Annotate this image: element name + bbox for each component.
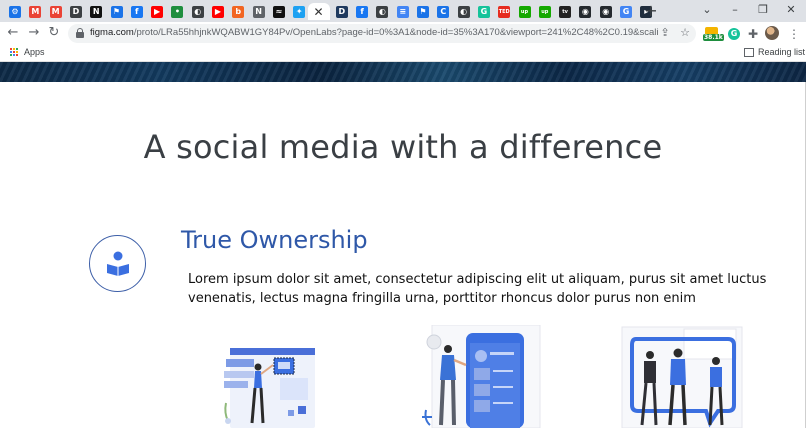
gmail-icon: M: [29, 5, 42, 18]
feature-description: Lorem ipsum dolor sit amet, consectetur …: [188, 272, 767, 306]
community-illustration: [621, 326, 743, 428]
bookmark-star-icon[interactable]: ☆: [678, 26, 692, 40]
feature-icon-circle: [89, 235, 146, 292]
twitter-icon: ✦: [293, 5, 306, 18]
reading-list-button[interactable]: Reading list: [758, 47, 805, 57]
apps-bookmark[interactable]: Apps: [24, 47, 45, 57]
github-tab-5[interactable]: ◉: [596, 3, 616, 20]
facebook-tab-2[interactable]: f: [352, 3, 372, 20]
browser-toolbar: ← → ↻ figma.com/proto/LRa55hhjnkWQABW1GY…: [0, 22, 806, 44]
youtube-tab-1[interactable]: ▶: [147, 3, 167, 20]
upwork-tab-2[interactable]: up: [535, 3, 555, 20]
ted-icon: TED: [498, 5, 511, 18]
tv-tab[interactable]: tv: [555, 3, 575, 20]
active-tab[interactable]: ✕: [307, 3, 330, 20]
gmail-icon: M: [49, 5, 62, 18]
grammarly-tab[interactable]: G: [474, 3, 494, 20]
apps-grid-icon[interactable]: [10, 48, 19, 57]
youtube-icon: ▶: [151, 5, 164, 18]
tv-logo-icon: tv: [559, 5, 572, 18]
github-tab-2[interactable]: ◐: [372, 3, 392, 20]
facebook-icon: f: [130, 5, 143, 18]
github-tab-4[interactable]: ◉: [575, 3, 595, 20]
flag-tab-1[interactable]: ⚑: [107, 3, 127, 20]
google-icon: G: [620, 5, 632, 18]
docs-icon: ≡: [396, 5, 409, 18]
c-tab[interactable]: C: [433, 3, 453, 20]
reading-person-icon: [107, 251, 129, 276]
dashboard-illustration: [224, 348, 315, 428]
share-icon[interactable]: ⇪: [658, 26, 672, 40]
new-tab-button[interactable]: +: [643, 3, 659, 19]
facebook-icon: f: [356, 5, 369, 18]
youtube-tab-2[interactable]: ▶: [208, 3, 228, 20]
c-logo-icon: C: [437, 5, 450, 18]
github-tab-3[interactable]: ◐: [454, 3, 474, 20]
github-tab-1[interactable]: ◐: [188, 3, 208, 20]
gear-icon: ⚙: [9, 5, 21, 18]
capcut-icon: ≈: [272, 5, 285, 18]
d-logo-icon: D: [69, 5, 82, 18]
notion-tab[interactable]: N: [86, 3, 106, 20]
maximize-button[interactable]: ❐: [755, 3, 771, 17]
close-window-button[interactable]: ✕: [783, 3, 799, 17]
reading-list-icon[interactable]: [744, 48, 754, 57]
grammarly-extension-icon[interactable]: G: [726, 26, 742, 42]
menu-kebab-icon[interactable]: ⋮: [786, 26, 802, 42]
twitter-tab[interactable]: ✦: [289, 3, 309, 20]
page-headline: A social media with a difference: [143, 128, 663, 166]
reload-button[interactable]: ↻: [46, 25, 62, 41]
b-tab[interactable]: b: [228, 3, 248, 20]
upwork-icon: up: [518, 5, 531, 18]
green-tab-1[interactable]: •: [167, 3, 187, 20]
address-bar[interactable]: figma.com/proto/LRa55hhjnkWQABW1GY84Pv/O…: [68, 24, 696, 43]
docs-tab[interactable]: ≡: [393, 3, 413, 20]
google-tab[interactable]: G: [616, 3, 636, 20]
settings-tab[interactable]: ⚙: [5, 3, 25, 20]
ted-tab[interactable]: TED: [494, 3, 514, 20]
d-tab[interactable]: D: [66, 3, 86, 20]
tab-strip: ⚙ M M D N ⚑ f ▶ • ◐ ▶ b N ≈ ✦ ✕ Df ◐ ≡ ⚑ C ◐ G TED up up tv ◉ ◉ G ▸ + …: [0, 0, 806, 22]
capcut-tab[interactable]: ≈: [269, 3, 289, 20]
n-logo-icon: N: [252, 5, 265, 18]
notion-icon: N: [90, 5, 103, 18]
minimize-button[interactable]: –: [727, 3, 743, 17]
globe-icon: ◐: [376, 5, 389, 18]
flag-icon: ⚑: [417, 5, 429, 18]
forward-button[interactable]: →: [26, 25, 42, 41]
bookmarks-bar: Apps Reading list: [0, 44, 806, 62]
close-tab-icon[interactable]: ✕: [313, 5, 323, 19]
extension-badge[interactable]: 38.1k: [703, 27, 724, 41]
feature-title: True Ownership: [181, 226, 368, 254]
globe-icon: ◐: [191, 5, 204, 18]
profile-avatar[interactable]: [765, 26, 779, 40]
flag-icon: ⚑: [110, 5, 123, 18]
github-icon: ◉: [579, 5, 592, 18]
d-logo-icon: D: [335, 5, 348, 18]
back-button[interactable]: ←: [5, 25, 21, 41]
d-tab-2[interactable]: D: [332, 3, 352, 20]
flag-tab-2[interactable]: ⚑: [413, 3, 433, 20]
lock-icon[interactable]: [76, 28, 84, 38]
globe-icon: ◐: [457, 5, 470, 18]
gmail-tab-2[interactable]: M: [46, 3, 66, 20]
gmail-tab-1[interactable]: M: [25, 3, 45, 20]
circle-logo-icon: •: [171, 5, 184, 18]
header-banner-image: [0, 62, 806, 82]
grammarly-icon: G: [477, 5, 490, 18]
mobile-app-illustration: [422, 325, 541, 428]
upwork-icon: up: [538, 5, 551, 18]
upwork-tab-1[interactable]: up: [515, 3, 535, 20]
b-logo-icon: b: [232, 5, 245, 18]
tab-search-icon[interactable]: ⌄: [699, 3, 715, 17]
extensions-puzzle-icon[interactable]: ✚: [745, 26, 761, 42]
github-icon: ◉: [599, 5, 612, 18]
n-tab[interactable]: N: [249, 3, 269, 20]
url-text[interactable]: figma.com/proto/LRa55hhjnkWQABW1GY84Pv/O…: [90, 27, 658, 38]
youtube-icon: ▶: [212, 5, 224, 18]
facebook-tab-1[interactable]: f: [127, 3, 147, 20]
